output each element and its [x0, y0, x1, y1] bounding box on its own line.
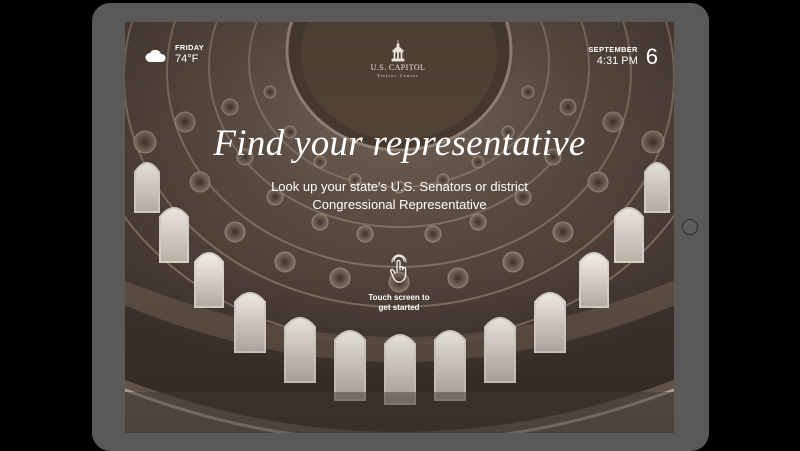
weather-day: FRIDAY: [175, 43, 205, 52]
current-time: 4:31 PM: [596, 55, 638, 68]
datetime-widget: SEPTEMBER 4:31 PM 6: [588, 44, 658, 70]
touch-to-start-prompt[interactable]: Touch screen to get started: [359, 254, 439, 313]
home-button[interactable]: [682, 219, 698, 235]
date-day-number: 6: [645, 44, 658, 69]
weather-temperature: 74°F: [175, 52, 199, 65]
tap-hand-icon: [390, 254, 407, 283]
kiosk-screen[interactable]: FRIDAY 74°F U.S. CAPITOL Visitor Center …: [125, 22, 674, 433]
capitol-dome-icon: [391, 40, 405, 62]
capitol-logo: U.S. CAPITOL Visitor Center: [368, 40, 428, 78]
subtitle-line-1: Look up your state's U.S. Senators or di…: [271, 179, 528, 194]
logo-subtitle: Visitor Center: [376, 73, 420, 78]
cloud-icon: [145, 49, 166, 62]
logo-name: U.S. CAPITOL: [370, 63, 426, 72]
subtitle-line-2: Congressional Representative: [312, 197, 487, 212]
date-month: SEPTEMBER: [588, 45, 638, 55]
touch-prompt-line-2: get started: [378, 303, 420, 312]
touch-prompt-line-1: Touch screen to: [368, 293, 430, 302]
page-title: Find your representative: [213, 123, 586, 164]
page-subtitle: Look up your state's U.S. Senators or di…: [125, 178, 674, 214]
weather-widget: FRIDAY 74°F: [145, 44, 204, 65]
